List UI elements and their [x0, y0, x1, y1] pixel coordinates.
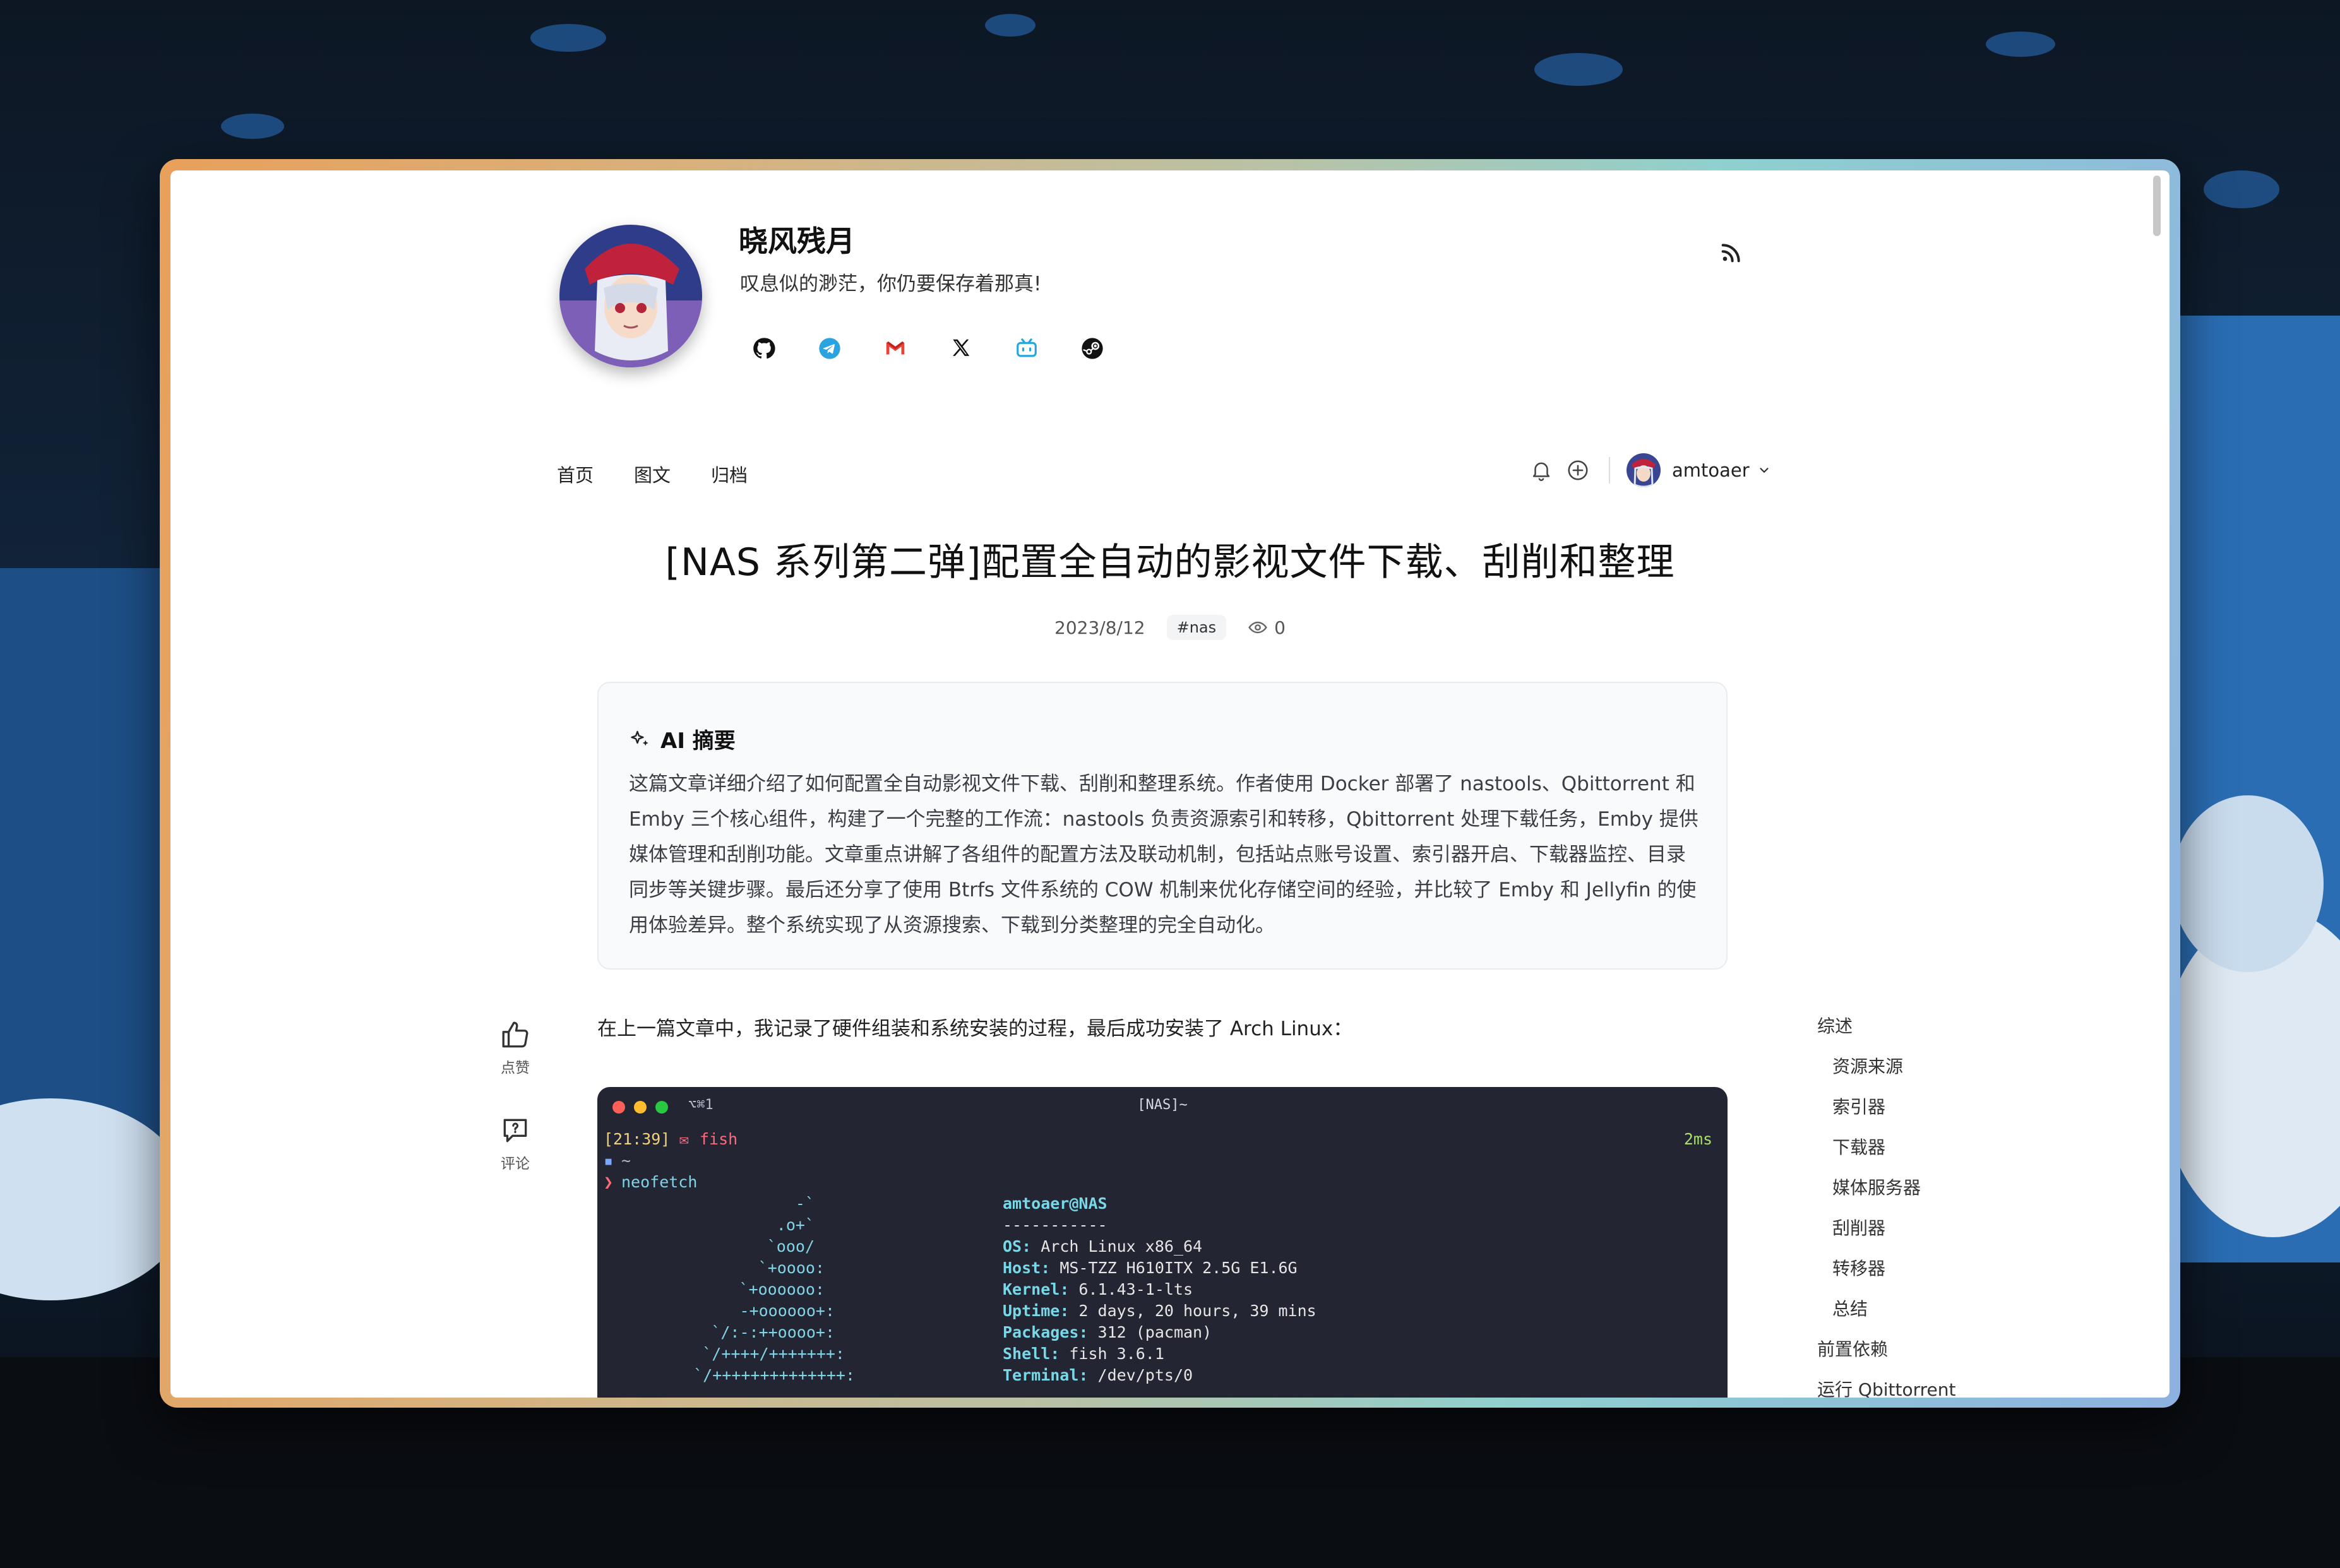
toc-item[interactable]: 综述 — [1817, 1013, 1955, 1053]
prompt-mail-icon: ✉ — [679, 1130, 689, 1148]
user-host: amtoaer@NAS — [1003, 1194, 1107, 1213]
nav-divider — [1609, 457, 1610, 484]
info-separator: ----------- — [1003, 1216, 1107, 1234]
toc-item[interactable]: 运行 Qbittorrent — [1817, 1376, 1955, 1398]
info-key: Kernel — [1003, 1280, 1060, 1298]
eye-icon — [1248, 621, 1267, 634]
info-value: 2 days, 20 hours, 39 mins — [1078, 1302, 1316, 1320]
like-label: 点赞 — [501, 1060, 530, 1076]
nav-item-posts[interactable]: 图文 — [634, 461, 671, 487]
scrollbar[interactable] — [2153, 175, 2161, 236]
logo-line: -` — [795, 1194, 815, 1213]
chevron-down-icon[interactable] — [1757, 463, 1771, 477]
logo-line: `+oooo: — [758, 1259, 825, 1277]
toc-item[interactable]: 资源来源 — [1817, 1053, 1955, 1093]
post-tag[interactable]: #nas — [1166, 615, 1227, 640]
logo-line: .o+` — [776, 1216, 815, 1234]
nav-item-home[interactable]: 首页 — [557, 461, 594, 487]
user-name[interactable]: amtoaer — [1672, 460, 1750, 481]
toc-item[interactable]: 总结 — [1817, 1295, 1955, 1336]
info-line: Host: MS-TZZ H610ITX 2.5G E1.6G — [1003, 1259, 1298, 1277]
table-of-contents: 综述 资源来源 索引器 下载器 媒体服务器 刮削器 转移器 总结 前置依赖 运行… — [1817, 1013, 1955, 1398]
info-key: Shell — [1003, 1345, 1051, 1363]
views-count: 0 — [1274, 617, 1286, 638]
prompt-duration: 2ms — [1683, 1130, 1712, 1148]
folder-icon: ▪ — [604, 1151, 614, 1170]
prompt-time: [21:39] — [604, 1130, 671, 1148]
info-line: Uptime: 2 days, 20 hours, 39 mins — [1003, 1302, 1316, 1320]
thumbs-up-icon — [502, 1021, 528, 1048]
logo-line: `/++++++++++++++: — [693, 1366, 855, 1384]
ai-summary-title: AI 摘要 — [660, 728, 736, 754]
blog-page: 晓风残月 叹息似的渺茫，你仍要保存着那真! 首页 图文 归档 amtoaer [… — [170, 170, 2170, 1398]
info-key: OS — [1003, 1237, 1022, 1256]
info-line: Kernel: 6.1.43-1-lts — [1003, 1280, 1193, 1298]
logo-line: `+oooooo: — [739, 1280, 825, 1298]
ai-summary-card: AI 摘要 这篇文章详细介绍了如何配置全自动影视文件下载、刮削和整理系统。作者使… — [597, 682, 1728, 970]
site-title[interactable]: 晓风残月 — [739, 218, 855, 260]
logo-line: -+oooooo+: — [739, 1302, 835, 1320]
info-line: Packages: 312 (pacman) — [1003, 1323, 1212, 1341]
nav-user-area: amtoaer — [1528, 448, 1771, 492]
toc-item[interactable]: 下载器 — [1817, 1134, 1955, 1174]
sparkles-icon — [631, 730, 648, 745]
info-key: Packages — [1003, 1323, 1079, 1341]
toc-item[interactable]: 索引器 — [1817, 1093, 1955, 1134]
ai-summary-header: AI 摘要 — [629, 723, 736, 754]
github-icon[interactable] — [749, 333, 779, 364]
logo-line: `ooo/ — [767, 1237, 815, 1256]
info-key: Uptime — [1003, 1302, 1060, 1320]
toc-item[interactable]: 转移器 — [1817, 1255, 1955, 1295]
command: neofetch — [621, 1173, 698, 1191]
social-links — [749, 333, 1107, 364]
info-line: Terminal: /dev/pts/0 — [1003, 1366, 1193, 1384]
post-date: 2023/8/12 — [1054, 617, 1145, 638]
info-value: 6.1.43-1-lts — [1078, 1280, 1193, 1298]
terminal-title: [NAS]~ — [1137, 1097, 1188, 1113]
toc-item[interactable]: 刮削器 — [1817, 1215, 1955, 1255]
user-avatar[interactable] — [1627, 453, 1661, 487]
post-meta: 2023/8/12 #nas 0 — [170, 615, 2170, 640]
ai-summary-text: 这篇文章详细介绍了如何配置全自动影视文件下载、刮削和整理系统。作者使用 Dock… — [629, 773, 1698, 937]
bell-icon[interactable] — [1528, 457, 1555, 484]
logo-line: `/++++/+++++++: — [702, 1345, 845, 1363]
main-nav: 首页 图文 归档 — [557, 461, 748, 487]
info-value: 312 (pacman) — [1097, 1323, 1212, 1341]
prompt-cwd: ~ — [621, 1151, 631, 1170]
logo-line: `/:-:++oooo+: — [711, 1323, 835, 1341]
terminal-screenshot: ⌥⌘1 [NAS]~ [21:39] ✉ fish 2ms ▪ ~ ❯ neof… — [597, 1087, 1728, 1398]
post-views: 0 — [1248, 617, 1286, 638]
bilibili-icon[interactable] — [1012, 333, 1042, 364]
info-key: Terminal — [1003, 1366, 1079, 1384]
post-intro-paragraph: 在上一篇文章中，我记录了硬件组装和系统安装的过程，最后成功安装了 Arch Li… — [597, 1018, 1353, 1040]
rss-icon[interactable] — [1719, 240, 1744, 265]
info-value: Arch Linux x86_64 — [1041, 1237, 1203, 1256]
comment-action[interactable]: 评论 — [484, 1115, 547, 1173]
like-action[interactable]: 点赞 — [484, 1019, 547, 1077]
comment-icon — [503, 1119, 527, 1143]
toc-item[interactable]: 前置依赖 — [1817, 1336, 1955, 1376]
nav-item-archive[interactable]: 归档 — [711, 461, 748, 487]
toc-item[interactable]: 媒体服务器 — [1817, 1174, 1955, 1215]
comment-label: 评论 — [501, 1156, 530, 1172]
telegram-icon[interactable] — [815, 333, 845, 364]
add-circle-icon[interactable] — [1565, 457, 1591, 484]
site-avatar[interactable] — [559, 225, 702, 367]
info-value: /dev/pts/0 — [1097, 1366, 1193, 1384]
x-icon[interactable] — [946, 333, 976, 364]
prompt-arrow-icon: ❯ — [604, 1173, 614, 1191]
steam-icon[interactable] — [1077, 333, 1107, 364]
info-line: OS: Arch Linux x86_64 — [1003, 1237, 1203, 1256]
info-key: Host — [1003, 1259, 1041, 1277]
gmail-icon[interactable] — [880, 333, 910, 364]
info-line: Shell: fish 3.6.1 — [1003, 1345, 1164, 1363]
post-title: [NAS 系列第二弹]配置全自动的影视文件下载、刮削和整理 — [665, 540, 1675, 585]
site-subtitle: 叹息似的渺茫，你仍要保存着那真! — [740, 273, 1042, 295]
prompt-shell: fish — [700, 1130, 738, 1148]
info-value: MS-TZZ H610ITX 2.5G E1.6G — [1060, 1259, 1298, 1277]
info-value: fish 3.6.1 — [1069, 1345, 1164, 1363]
